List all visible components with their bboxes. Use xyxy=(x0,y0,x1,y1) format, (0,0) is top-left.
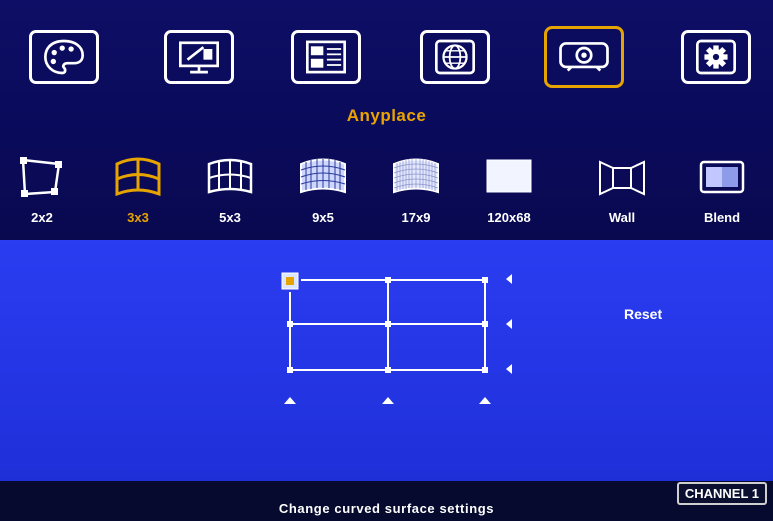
projector-icon[interactable] xyxy=(544,26,624,88)
curve-grid-editor[interactable] xyxy=(270,264,530,424)
control-point xyxy=(287,321,293,327)
row-arrow-icon xyxy=(506,364,512,374)
network-globe-icon[interactable] xyxy=(420,30,490,84)
option-label: Wall xyxy=(608,210,636,225)
option-2x2[interactable]: 2x2 xyxy=(2,154,82,234)
grid-editor-area: Reset xyxy=(0,240,773,481)
9x5-curve-icon xyxy=(300,158,346,194)
option-label: 2x2 xyxy=(31,210,53,225)
control-point xyxy=(482,367,488,373)
blend-icon xyxy=(699,160,745,194)
option-3x3[interactable]: 3x3 xyxy=(98,154,178,234)
layout-icon[interactable] xyxy=(291,30,361,84)
status-bar: Change curved surface settings CHANNEL 1 xyxy=(0,481,773,521)
top-menu-area: Anyplace 2x2 3x3 5x3 9x5 17x9 120x68 Wal… xyxy=(0,0,773,240)
column-arrow-icon xyxy=(479,397,491,404)
control-point xyxy=(482,277,488,283)
reset-button[interactable]: Reset xyxy=(624,306,662,322)
option-label: 5x3 xyxy=(219,210,241,225)
option-label: 9x5 xyxy=(312,210,334,225)
osd-screen: Anyplace 2x2 3x3 5x3 9x5 17x9 120x68 Wal… xyxy=(0,0,773,521)
display-settings-icon[interactable] xyxy=(164,30,234,84)
control-point xyxy=(287,367,293,373)
column-arrow-icon xyxy=(382,397,394,404)
option-9x5[interactable]: 9x5 xyxy=(283,154,363,234)
gear-icon[interactable] xyxy=(681,30,751,84)
17x9-curve-icon xyxy=(393,158,439,194)
option-blend[interactable]: Blend xyxy=(682,154,762,234)
channel-badge: CHANNEL 1 xyxy=(676,482,767,505)
3x3-curve-icon xyxy=(115,157,161,197)
option-5x3[interactable]: 5x3 xyxy=(190,154,270,234)
option-label: 120x68 xyxy=(487,210,531,225)
control-point xyxy=(482,321,488,327)
wall-icon xyxy=(599,160,645,196)
row-arrow-icon xyxy=(506,319,512,329)
5x3-curve-icon xyxy=(207,158,253,194)
control-point xyxy=(385,367,391,373)
option-17x9[interactable]: 17x9 xyxy=(376,154,456,234)
120x68-grid-icon xyxy=(486,159,532,193)
option-label: 3x3 xyxy=(127,210,149,225)
status-message: Change curved surface settings xyxy=(278,501,495,516)
menu-title: Anyplace xyxy=(346,106,427,125)
2x2-corner-icon xyxy=(20,157,62,197)
control-point xyxy=(385,321,391,327)
option-wall[interactable]: Wall xyxy=(582,154,662,234)
option-label: Blend xyxy=(703,210,741,225)
column-arrow-icon xyxy=(284,397,296,404)
control-point xyxy=(385,277,391,283)
palette-icon[interactable] xyxy=(29,30,99,84)
option-label: 17x9 xyxy=(401,210,431,225)
option-120x68[interactable]: 120x68 xyxy=(469,154,549,234)
row-arrow-icon xyxy=(506,274,512,284)
